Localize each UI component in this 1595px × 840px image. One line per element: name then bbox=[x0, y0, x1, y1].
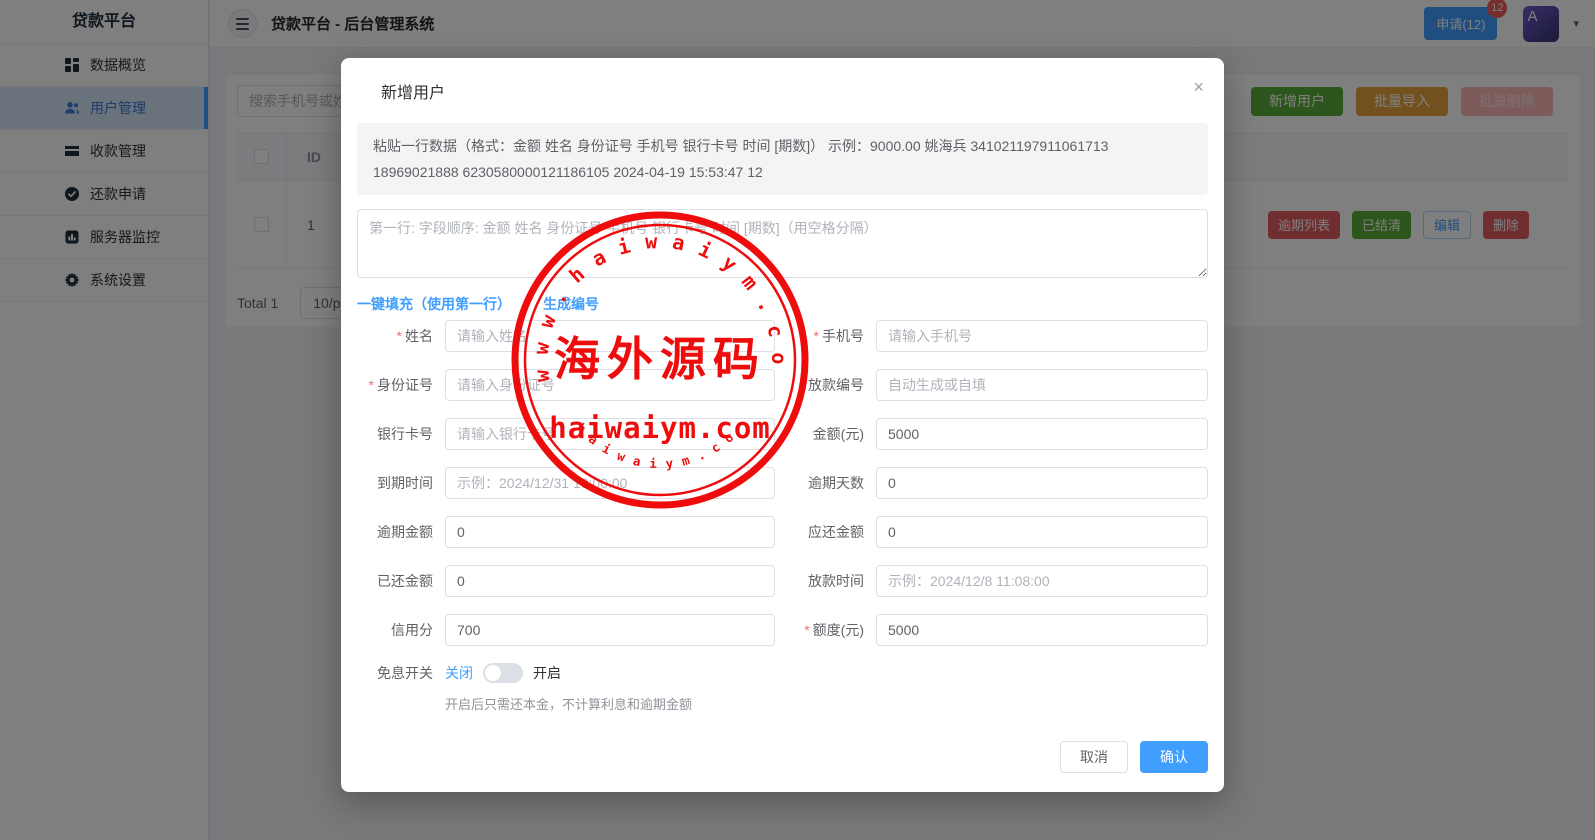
add-user-form: *姓名 *手机号 *身份证号 放款编号 银行卡号 金额(元) 到期时间 逾期天数 bbox=[357, 320, 1208, 713]
credit-score-field[interactable] bbox=[445, 614, 775, 646]
toggle-on-label: 开启 bbox=[533, 663, 561, 683]
paste-textarea[interactable] bbox=[357, 209, 1208, 278]
field-label: 应还金额 bbox=[790, 522, 876, 542]
phone-field[interactable] bbox=[876, 320, 1208, 352]
repaid-amount-field[interactable] bbox=[445, 565, 775, 597]
field-label: *额度(元) bbox=[790, 620, 876, 640]
field-label: 到期时间 bbox=[357, 473, 445, 493]
generate-number-link[interactable]: 生成编号 bbox=[543, 294, 599, 314]
field-label: *手机号 bbox=[790, 326, 876, 346]
paste-format-hint: 粘贴一行数据（格式：金额 姓名 身份证号 手机号 银行卡号 时间 [期数]） 示… bbox=[357, 123, 1208, 195]
id-card-field[interactable] bbox=[445, 369, 775, 401]
due-time-field[interactable] bbox=[445, 467, 775, 499]
field-label: 逾期金额 bbox=[357, 522, 445, 542]
close-icon[interactable]: × bbox=[1193, 79, 1204, 103]
field-label: 免息开关 bbox=[357, 663, 445, 683]
loan-number-field[interactable] bbox=[876, 369, 1208, 401]
toggle-help-text: 开启后只需还本金，不计算利息和逾期金额 bbox=[445, 694, 1208, 713]
one-click-fill-link[interactable]: 一键填充（使用第一行） bbox=[357, 294, 511, 314]
field-label: 已还金额 bbox=[357, 571, 445, 591]
modal-title: 新增用户 bbox=[381, 79, 445, 103]
amount-field[interactable] bbox=[876, 418, 1208, 450]
overdue-amount-field[interactable] bbox=[445, 516, 775, 548]
overdue-days-field[interactable] bbox=[876, 467, 1208, 499]
name-field[interactable] bbox=[445, 320, 775, 352]
field-label: 放款编号 bbox=[790, 375, 876, 395]
bank-card-field[interactable] bbox=[445, 418, 775, 450]
app-root: 贷款平台 数据概览 用户管理 收款管理 还款申请 服务器监控 系统设置 贷款平台… bbox=[0, 0, 1595, 840]
field-label: 金额(元) bbox=[790, 424, 876, 444]
field-label: 银行卡号 bbox=[357, 424, 445, 444]
field-label: *姓名 bbox=[357, 326, 445, 346]
interest-free-toggle[interactable] bbox=[483, 663, 523, 683]
loan-time-field[interactable] bbox=[876, 565, 1208, 597]
field-label: 逾期天数 bbox=[790, 473, 876, 493]
toggle-off-label: 关闭 bbox=[445, 663, 473, 683]
cancel-button[interactable]: 取消 bbox=[1060, 741, 1128, 773]
quota-field[interactable] bbox=[876, 614, 1208, 646]
confirm-button[interactable]: 确认 bbox=[1140, 741, 1208, 773]
add-user-modal: 新增用户 × 粘贴一行数据（格式：金额 姓名 身份证号 手机号 银行卡号 时间 … bbox=[341, 58, 1224, 792]
field-label: *身份证号 bbox=[357, 375, 445, 395]
payable-amount-field[interactable] bbox=[876, 516, 1208, 548]
field-label: 放款时间 bbox=[790, 571, 876, 591]
field-label: 信用分 bbox=[357, 620, 445, 640]
